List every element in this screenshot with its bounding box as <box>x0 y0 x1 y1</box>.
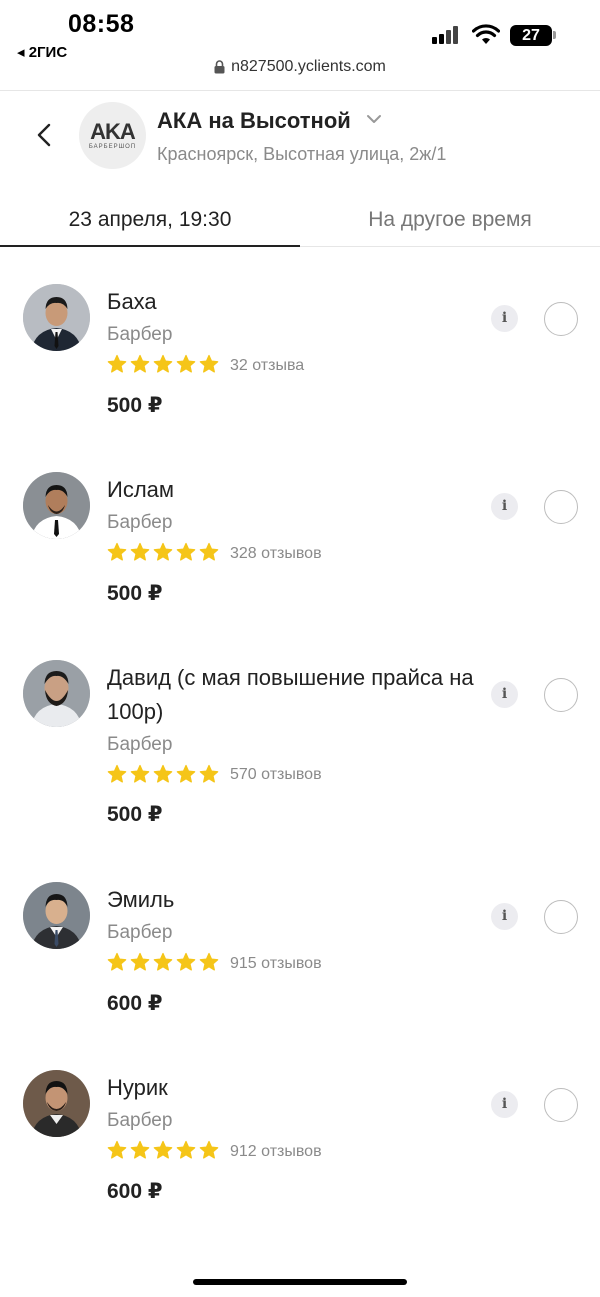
star-icon <box>107 764 127 783</box>
star-icon <box>130 542 150 561</box>
back-chevron-icon[interactable] <box>30 120 60 150</box>
logo-text: AKA <box>90 119 136 144</box>
avatar <box>23 472 90 539</box>
star-icon <box>199 542 219 561</box>
select-radio[interactable] <box>544 1088 578 1122</box>
logo-subtext: БАРБЕРШОП <box>88 144 137 150</box>
reviews-count[interactable]: 915 отзывов <box>230 955 322 973</box>
star-icon <box>130 764 150 783</box>
tab-divider <box>300 246 600 247</box>
lock-icon <box>214 60 225 74</box>
select-radio[interactable] <box>544 302 578 336</box>
cellular-signal-icon <box>432 24 462 44</box>
active-tab-indicator <box>0 245 300 247</box>
reviews-count[interactable]: 328 отзывов <box>230 545 322 563</box>
star-icon <box>130 1140 150 1159</box>
battery-tip <box>553 31 556 39</box>
info-icon[interactable]: i <box>491 903 518 930</box>
avatar <box>23 1070 90 1137</box>
divider <box>0 90 600 91</box>
staff-name: Давид (с мая повышение прайса на 100р) <box>107 665 474 724</box>
avatar <box>23 660 90 727</box>
rating-stars <box>107 354 219 376</box>
select-radio[interactable] <box>544 678 578 712</box>
star-icon <box>107 354 127 373</box>
price: 500 ₽ <box>107 394 163 417</box>
star-icon <box>153 764 173 783</box>
rating-stars <box>107 952 219 974</box>
staff-role: Барбер <box>107 734 173 755</box>
salon-address: Красноярск, Высотная улица, 2ж/1 <box>157 144 447 164</box>
url-text: n827500.yclients.com <box>231 58 386 75</box>
staff-role: Барбер <box>107 324 173 345</box>
staff-role: Барбер <box>107 1110 173 1131</box>
select-radio[interactable] <box>544 490 578 524</box>
star-icon <box>153 1140 173 1159</box>
star-icon <box>199 764 219 783</box>
star-icon <box>176 1140 196 1159</box>
staff-name: Ислам <box>107 477 175 502</box>
status-bar: 08:58 ◂ 2ГИС 27 <box>0 0 600 61</box>
status-time: 08:58 <box>68 10 135 38</box>
star-icon <box>107 1140 127 1159</box>
info-icon[interactable]: i <box>491 681 518 708</box>
url-bar[interactable]: n827500.yclients.com <box>0 58 600 82</box>
star-icon <box>199 1140 219 1159</box>
star-icon <box>176 764 196 783</box>
price: 600 ₽ <box>107 992 163 1015</box>
staff-role: Барбер <box>107 512 173 533</box>
staff-name: Баха <box>107 289 157 314</box>
price: 500 ₽ <box>107 582 163 605</box>
star-icon <box>130 952 150 971</box>
reviews-count[interactable]: 570 отзывов <box>230 766 322 784</box>
salon-logo: AKA БАРБЕРШОП <box>79 102 146 169</box>
star-icon <box>153 952 173 971</box>
star-icon <box>199 354 219 373</box>
rating-stars <box>107 764 219 786</box>
staff-role: Барбер <box>107 922 173 943</box>
wifi-icon <box>472 24 500 44</box>
price: 500 ₽ <box>107 803 163 826</box>
star-icon <box>176 354 196 373</box>
staff-name: Эмиль <box>107 887 175 912</box>
star-icon <box>107 952 127 971</box>
info-icon[interactable]: i <box>491 1091 518 1118</box>
rating-stars <box>107 542 219 564</box>
star-icon <box>130 354 150 373</box>
info-icon[interactable]: i <box>491 305 518 332</box>
avatar <box>23 284 90 351</box>
rating-stars <box>107 1140 219 1162</box>
star-icon <box>176 542 196 561</box>
star-icon <box>107 542 127 561</box>
chevron-down-icon[interactable] <box>366 112 382 126</box>
staff-name: Нурик <box>107 1075 168 1100</box>
avatar <box>23 882 90 949</box>
salon-name[interactable]: АКА на Высотной <box>157 108 351 134</box>
star-icon <box>153 542 173 561</box>
price: 600 ₽ <box>107 1180 163 1203</box>
star-icon <box>176 952 196 971</box>
info-icon[interactable]: i <box>491 493 518 520</box>
tab-selected-time[interactable]: 23 апреля, 19:30 <box>0 208 300 232</box>
home-indicator <box>193 1279 407 1285</box>
tab-other-time[interactable]: На другое время <box>300 208 600 232</box>
reviews-count[interactable]: 912 отзывов <box>230 1143 322 1161</box>
select-radio[interactable] <box>544 900 578 934</box>
reviews-count[interactable]: 32 отзыва <box>230 357 304 375</box>
battery-icon: 27 <box>510 25 552 46</box>
star-icon <box>153 354 173 373</box>
star-icon <box>199 952 219 971</box>
